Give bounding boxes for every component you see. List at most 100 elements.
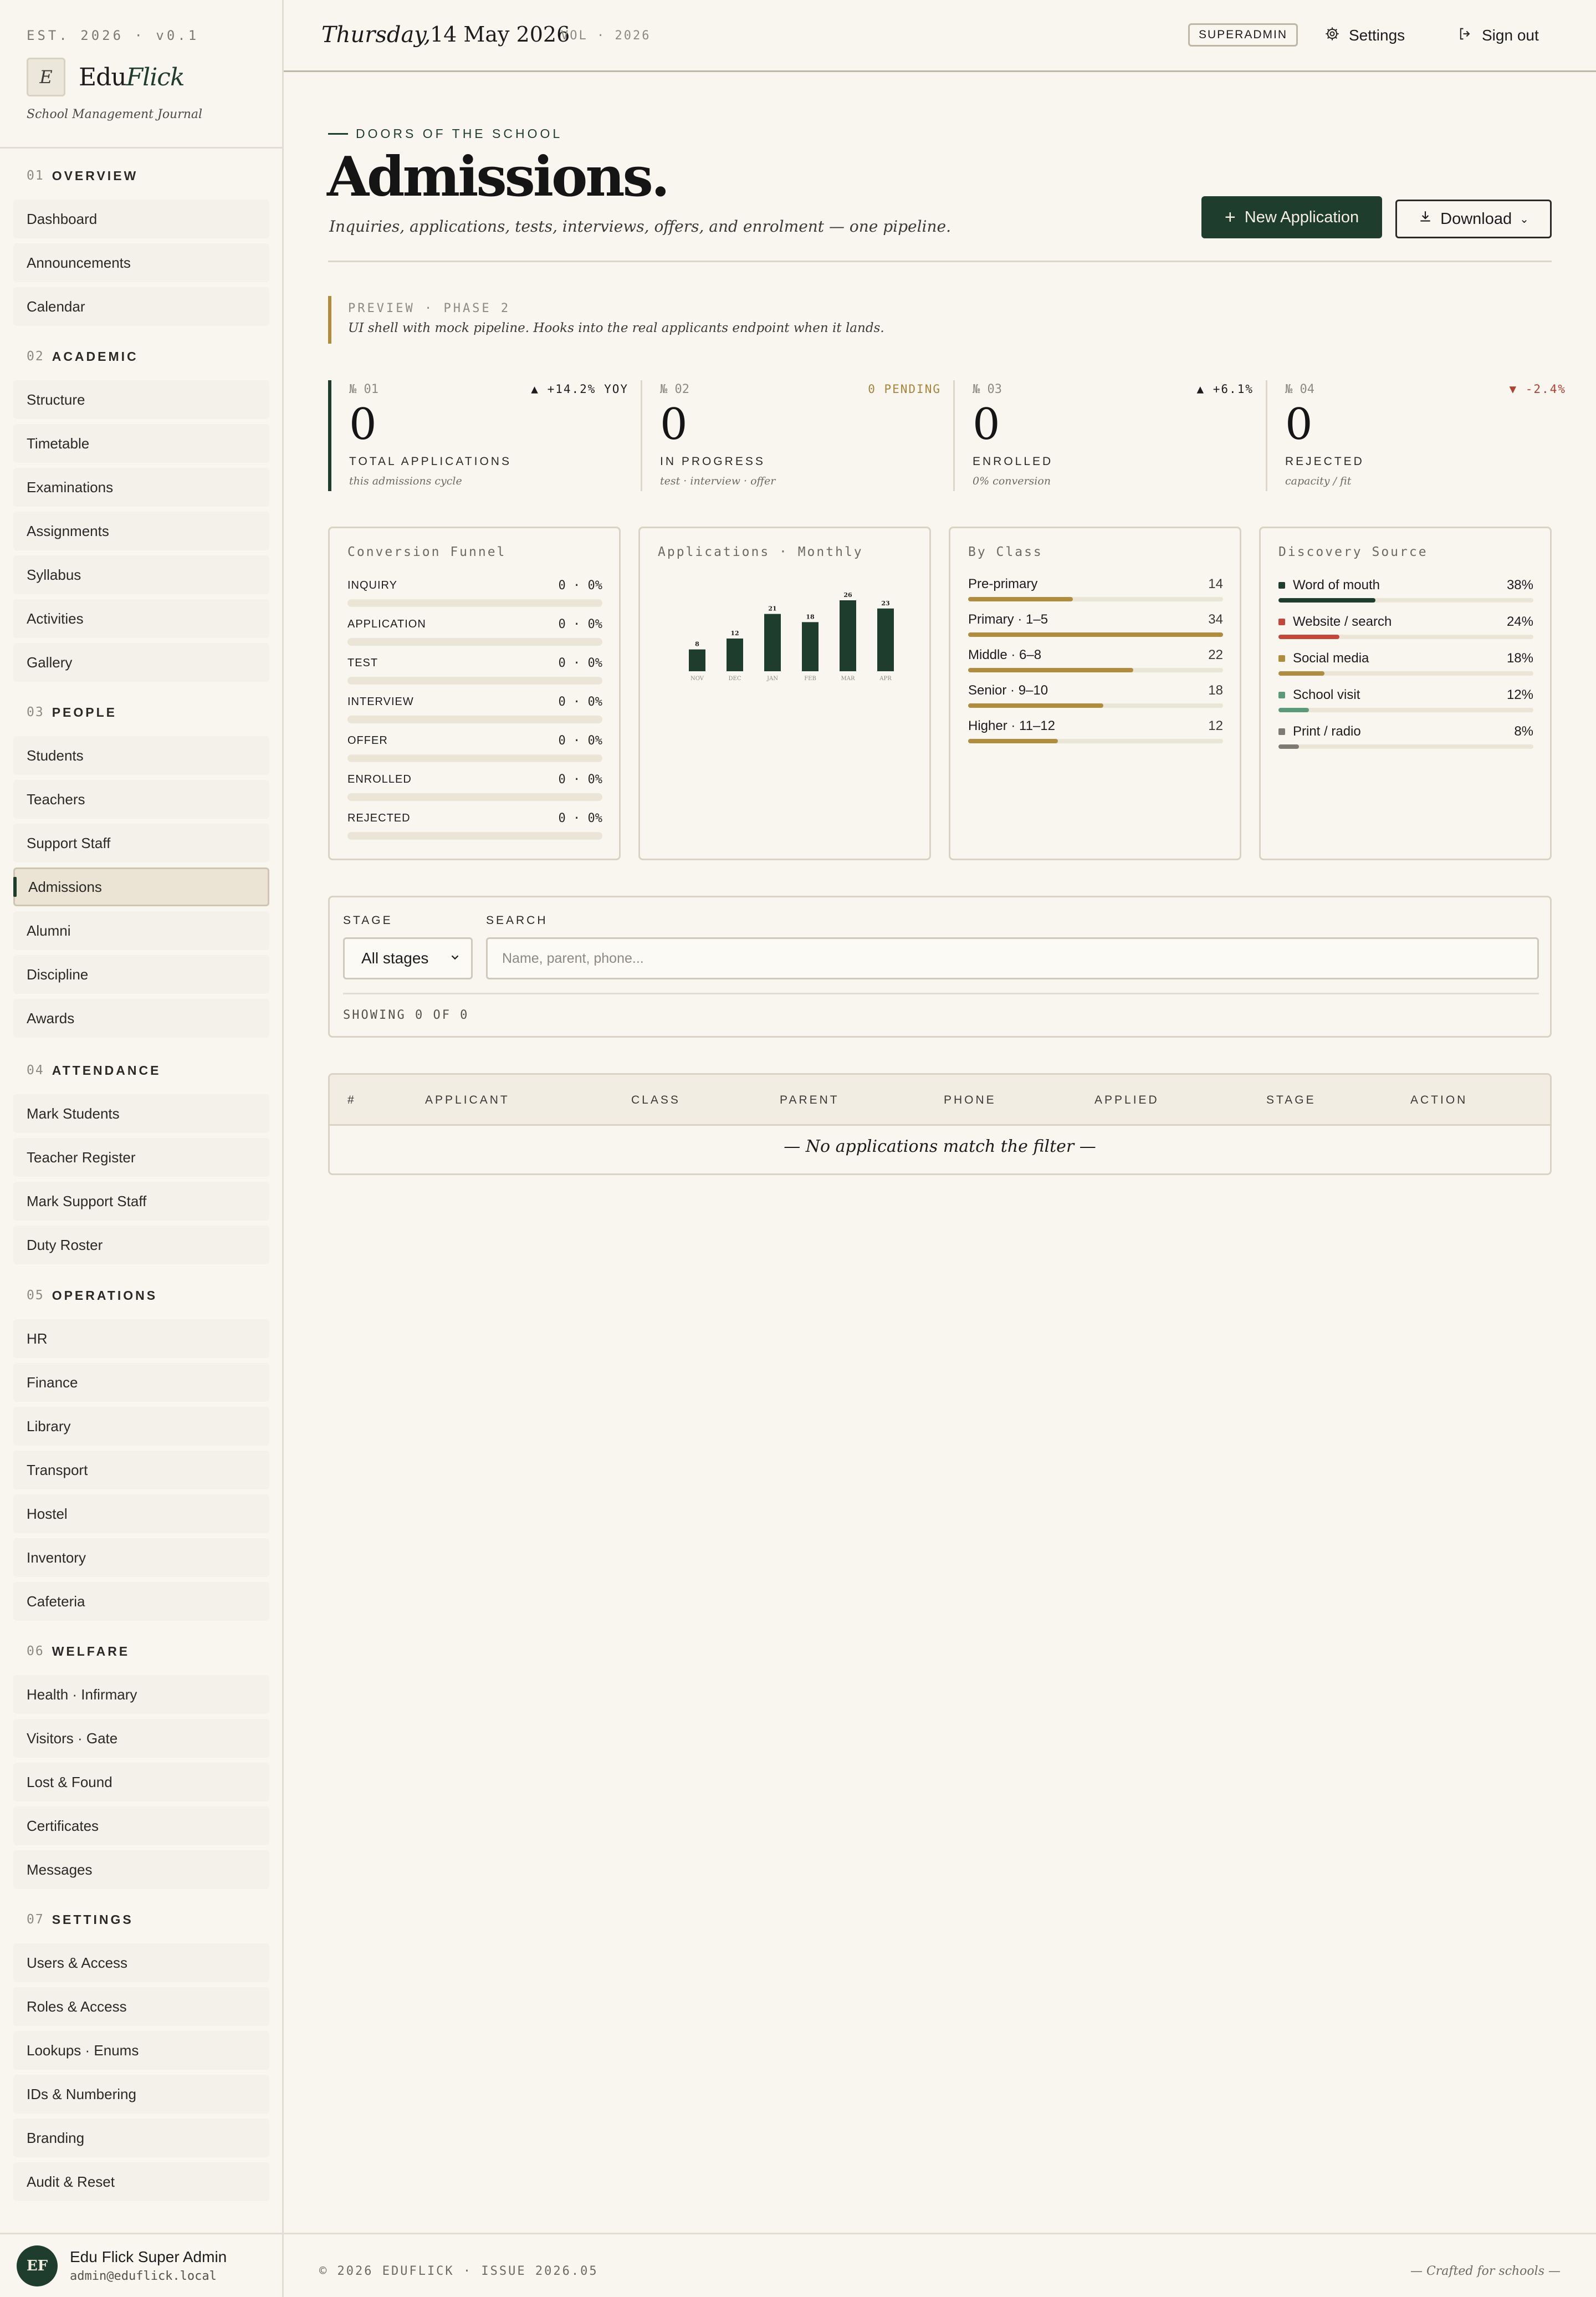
funnel-row-inquiry: INQUIRY 0 · 0% <box>347 577 602 607</box>
funnel-bar <box>347 793 602 801</box>
sidebar-item-library[interactable]: Library <box>13 1407 269 1446</box>
source-bar-fill <box>1278 671 1324 676</box>
chart-tick-label: JAN <box>766 676 778 682</box>
sidebar-item-announcements[interactable]: Announcements <box>13 243 269 282</box>
sidebar-item-audit-reset[interactable]: Audit & Reset <box>13 2162 269 2201</box>
sidebar-item-lost-found[interactable]: Lost & Found <box>13 1763 269 1801</box>
chart-data-label: 26 <box>843 591 852 599</box>
sidebar-item-users-access[interactable]: Users & Access <box>13 1943 269 1982</box>
sidebar-item-certificates[interactable]: Certificates <box>13 1806 269 1845</box>
sidebar-item-health-infirmary[interactable]: Health · Infirmary <box>13 1675 269 1714</box>
sidebar-item-admissions[interactable]: Admissions <box>13 867 269 906</box>
stage-select[interactable]: All stages <box>343 937 473 979</box>
funnel-stage-name: REJECTED <box>347 811 411 824</box>
funnel-stage-name: TEST <box>347 656 378 669</box>
nav-section-label: OVERVIEW <box>52 168 139 183</box>
source-name: Word of mouth <box>1293 578 1380 593</box>
funnel-bar <box>347 599 602 607</box>
class-bar-fill <box>968 703 1103 708</box>
nav-section-heading: 01 OVERVIEW <box>13 163 269 188</box>
empty-state: — No applications match the filter — <box>784 1137 1096 1156</box>
sidebar-item-activities[interactable]: Activities <box>13 599 269 638</box>
source-bar-fill <box>1278 744 1299 749</box>
source-row-word-of-mouth: Word of mouth 38% <box>1278 577 1533 603</box>
sidebar-item-mark-students[interactable]: Mark Students <box>13 1094 269 1133</box>
class-bar-fill <box>968 739 1058 743</box>
column-header-action[interactable]: ACTION <box>1410 1094 1467 1107</box>
sidebar-item-finance[interactable]: Finance <box>13 1363 269 1402</box>
sidebar-item-ids-numbering[interactable]: IDs & Numbering <box>13 2075 269 2114</box>
sidebar-item-timetable[interactable]: Timetable <box>13 424 269 463</box>
conversion-funnel-card: Conversion Funnel INQUIRY 0 · 0% APPLICATI… <box>328 527 621 860</box>
brand-mark-icon: E <box>27 58 65 96</box>
chart-tick-label: MAR <box>841 676 855 682</box>
sidebar-item-hostel[interactable]: Hostel <box>13 1494 269 1533</box>
sidebar-item-calendar[interactable]: Calendar <box>13 287 269 326</box>
divider <box>343 993 1539 994</box>
sidebar-item-dashboard[interactable]: Dashboard <box>13 200 269 238</box>
sign-out-label: Sign out <box>1482 27 1539 44</box>
sidebar-item-awards[interactable]: Awards <box>13 999 269 1038</box>
column-header-parent[interactable]: PARENT <box>780 1094 840 1107</box>
volume-label: VOL · 2026 <box>561 29 651 43</box>
source-percent: 24% <box>1506 614 1533 629</box>
sidebar-item-examinations[interactable]: Examinations <box>13 468 269 507</box>
source-row-social-media: Social media 18% <box>1278 650 1533 676</box>
funnel-stage-value: 0 · 0% <box>558 617 602 631</box>
settings-button[interactable]: Settings <box>1324 22 1405 49</box>
sidebar-item-structure[interactable]: Structure <box>13 380 269 419</box>
sidebar-item-teachers[interactable]: Teachers <box>13 780 269 819</box>
brand-logo[interactable]: E EduFlick <box>27 58 185 96</box>
sidebar-item-syllabus[interactable]: Syllabus <box>13 555 269 594</box>
sidebar-item-messages[interactable]: Messages <box>13 1850 269 1889</box>
sidebar-item-duty-roster[interactable]: Duty Roster <box>13 1226 269 1264</box>
sidebar-item-transport[interactable]: Transport <box>13 1451 269 1489</box>
brand-est: EST. 2026 · v0.1 <box>27 28 200 43</box>
monthly-applications-card: Applications · Monthly 8 NOV 12 DEC 21 JAN 18 F… <box>638 527 931 860</box>
nav-section-number: 04 <box>27 1063 44 1078</box>
brand-tagline: School Management Journal <box>27 108 203 121</box>
funnel-row-application: APPLICATION 0 · 0% <box>347 616 602 646</box>
user-profile[interactable]: EF Edu Flick Super Admin admin@eduflick.… <box>0 2233 282 2297</box>
column-header-applied[interactable]: APPLIED <box>1094 1094 1159 1107</box>
class-bar-track <box>968 632 1223 637</box>
funnel-bar <box>347 754 602 762</box>
sidebar-item-inventory[interactable]: Inventory <box>13 1538 269 1577</box>
legend-dot-icon <box>1278 619 1285 625</box>
source-row-school-visit: School visit 12% <box>1278 687 1533 712</box>
nav-section-heading: 03 PEOPLE <box>13 700 269 725</box>
funnel-stage-value: 0 · 0% <box>558 578 602 593</box>
search-input[interactable] <box>486 937 1539 979</box>
column-header-phone[interactable]: PHONE <box>944 1094 996 1107</box>
funnel-bar <box>347 638 602 646</box>
column-header-index[interactable]: # <box>347 1094 356 1107</box>
sidebar-item-alumni[interactable]: Alumni <box>13 911 269 950</box>
column-header-stage[interactable]: STAGE <box>1266 1094 1316 1107</box>
sidebar-item-branding[interactable]: Branding <box>13 2119 269 2157</box>
sidebar-item-assignments[interactable]: Assignments <box>13 512 269 550</box>
sidebar-item-visitors-gate[interactable]: Visitors · Gate <box>13 1719 269 1758</box>
new-application-button[interactable]: + New Application <box>1201 196 1382 238</box>
column-header-class[interactable]: CLASS <box>631 1094 681 1107</box>
sidebar-item-students[interactable]: Students <box>13 736 269 775</box>
source-percent: 8% <box>1514 724 1533 739</box>
plus-icon: + <box>1224 206 1236 228</box>
sidebar-item-lookups-enums[interactable]: Lookups · Enums <box>13 2031 269 2070</box>
sidebar-item-mark-support-staff[interactable]: Mark Support Staff <box>13 1182 269 1221</box>
sidebar-item-hr[interactable]: HR <box>13 1319 269 1358</box>
sidebar-item-teacher-register[interactable]: Teacher Register <box>13 1138 269 1177</box>
nav-section-heading: 06 WELFARE <box>13 1638 269 1664</box>
funnel-bar <box>347 832 602 840</box>
download-button[interactable]: Download ⌄ <box>1395 200 1552 238</box>
sidebar-item-discipline[interactable]: Discipline <box>13 955 269 994</box>
kpi-enrolled: № 03 ▲ +6.1% 0 ENROLLED 0% conversion <box>953 380 1266 491</box>
kpi-value: 0 <box>349 400 377 450</box>
sidebar-item-cafeteria[interactable]: Cafeteria <box>13 1582 269 1621</box>
sign-out-button[interactable]: Sign out <box>1457 22 1539 49</box>
sidebar-item-gallery[interactable]: Gallery <box>13 643 269 682</box>
role-badge: SUPERADMIN <box>1188 23 1298 47</box>
source-name: Print / radio <box>1293 724 1361 739</box>
sidebar-item-roles-access[interactable]: Roles & Access <box>13 1987 269 2026</box>
sidebar-item-support-staff[interactable]: Support Staff <box>13 824 269 862</box>
column-header-applicant[interactable]: APPLICANT <box>425 1094 510 1107</box>
